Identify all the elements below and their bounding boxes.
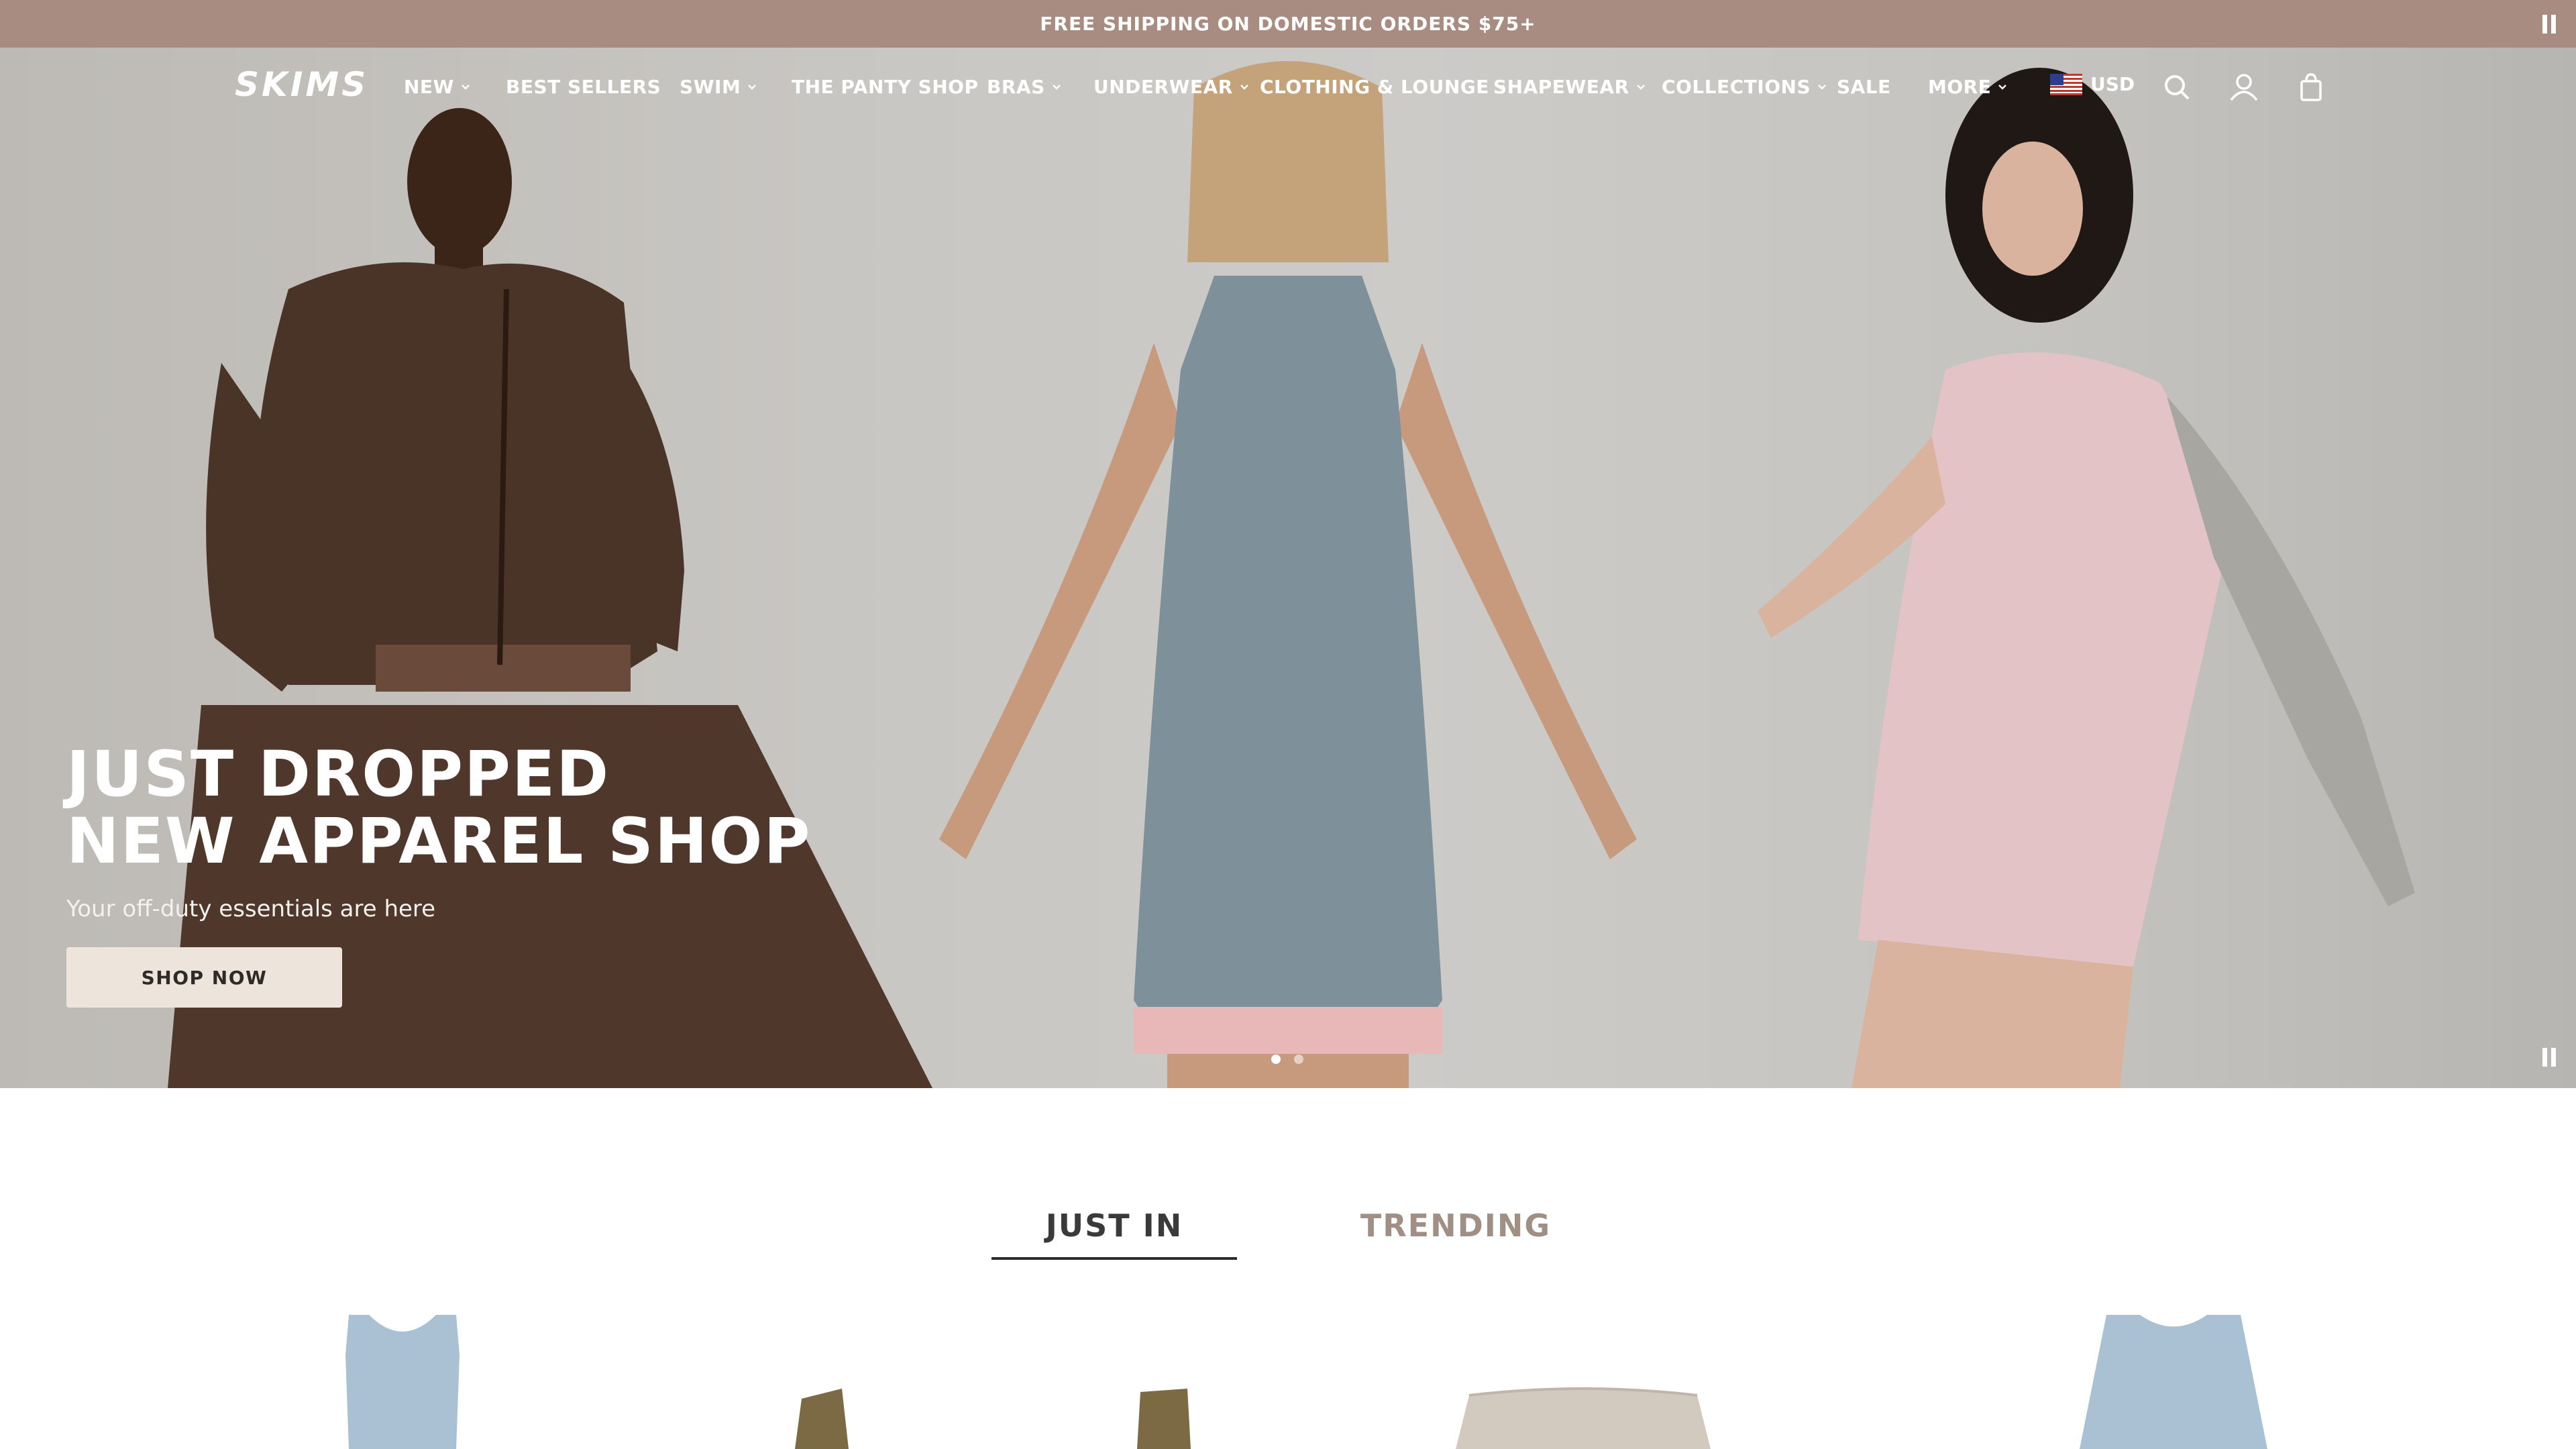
nav-bras[interactable]: BRAS [987, 76, 1063, 98]
product-image-shorts[interactable] [1442, 1301, 1724, 1449]
nav-label: CLOTHING & LOUNGE [1260, 76, 1489, 98]
product-image-tank-top[interactable] [2066, 1301, 2281, 1449]
nav-underwear[interactable]: UNDERWEAR [1093, 76, 1250, 98]
carousel-dot[interactable] [1271, 1055, 1281, 1064]
hero-title-line1: JUST DROPPED [66, 738, 610, 811]
model-right [1758, 68, 2415, 1088]
nav-best-sellers[interactable]: BEST SELLERS [506, 76, 661, 98]
hero-title-line2: NEW APPAREL SHOP [66, 805, 812, 878]
nav-label: BEST SELLERS [506, 76, 661, 98]
nav-label: THE PANTY SHOP [792, 76, 979, 98]
nav-clothing-lounge[interactable]: CLOTHING & LOUNGE [1260, 76, 1507, 98]
chevron-down-icon [1998, 84, 2007, 90]
carousel-dot[interactable] [1294, 1055, 1303, 1064]
chevron-down-icon [1052, 84, 1061, 90]
search-icon[interactable] [2160, 70, 2194, 104]
hero-copy: JUST DROPPED NEW APPAREL SHOP Your off-d… [66, 741, 811, 923]
currency-label: USD [2090, 73, 2135, 95]
model-left [168, 108, 932, 1088]
nav-label: SALE [1837, 76, 1891, 98]
nav-shapewear[interactable]: SHAPEWEAR [1493, 76, 1647, 98]
product-image-olive-item-2[interactable] [1114, 1301, 1214, 1449]
us-flag-icon [2050, 73, 2082, 95]
nav-label: COLLECTIONS [1662, 76, 1811, 98]
product-tabs: JUST IN TRENDING [0, 1194, 2576, 1261]
nav-sale[interactable]: SALE [1837, 76, 1891, 98]
nav-the-panty-shop[interactable]: THE PANTY SHOP [792, 76, 979, 98]
model-center [939, 61, 1637, 1088]
tab-just-in[interactable]: JUST IN [991, 1194, 1237, 1260]
nav-label: SWIM [680, 76, 741, 98]
product-image-tank-dress[interactable] [322, 1301, 483, 1449]
chevron-down-icon [748, 84, 757, 90]
nav-label: BRAS [987, 76, 1045, 98]
bag-icon[interactable] [2294, 70, 2328, 104]
chevron-down-icon [462, 84, 470, 90]
nav-more[interactable]: MORE [1928, 76, 2008, 98]
nav-label: UNDERWEAR [1093, 76, 1233, 98]
chevron-down-icon [1636, 84, 1645, 90]
hero-title: JUST DROPPED NEW APPAREL SHOP [66, 741, 811, 875]
nav-label: SHAPEWEAR [1493, 76, 1629, 98]
nav-label: MORE [1928, 76, 1992, 98]
tab-trending[interactable]: TRENDING [1335, 1194, 1576, 1257]
hero-subtitle: Your off-duty essentials are here [66, 896, 436, 922]
shop-now-button[interactable]: SHOP NOW [66, 947, 342, 1008]
announcement-text: FREE SHIPPING ON DOMESTIC ORDERS $75+ [1040, 13, 1536, 35]
hero-image [168, 61, 2415, 1088]
pause-icon[interactable] [2540, 15, 2559, 34]
nav-new[interactable]: NEW [404, 76, 472, 98]
hero-banner [0, 48, 2576, 1088]
announcement-bar: FREE SHIPPING ON DOMESTIC ORDERS $75+ [0, 0, 2576, 48]
skims-logo[interactable]: SKIMS [235, 68, 368, 101]
carousel-pause-icon[interactable] [2540, 1048, 2559, 1067]
chevron-down-icon [1240, 84, 1248, 90]
carousel-dots [1271, 1055, 1303, 1064]
chevron-down-icon [1818, 84, 1826, 90]
site-header: SKIMS NEW BEST SELLERS SWIM THE PANTY SH… [0, 48, 2576, 127]
nav-collections[interactable]: COLLECTIONS [1662, 76, 1828, 98]
product-row [0, 1301, 2576, 1449]
account-icon[interactable] [2227, 70, 2261, 104]
currency-selector[interactable]: USD [2050, 73, 2135, 95]
nav-label: NEW [404, 76, 454, 98]
nav-swim[interactable]: SWIM [680, 76, 758, 98]
product-image-olive-item[interactable] [771, 1301, 872, 1449]
